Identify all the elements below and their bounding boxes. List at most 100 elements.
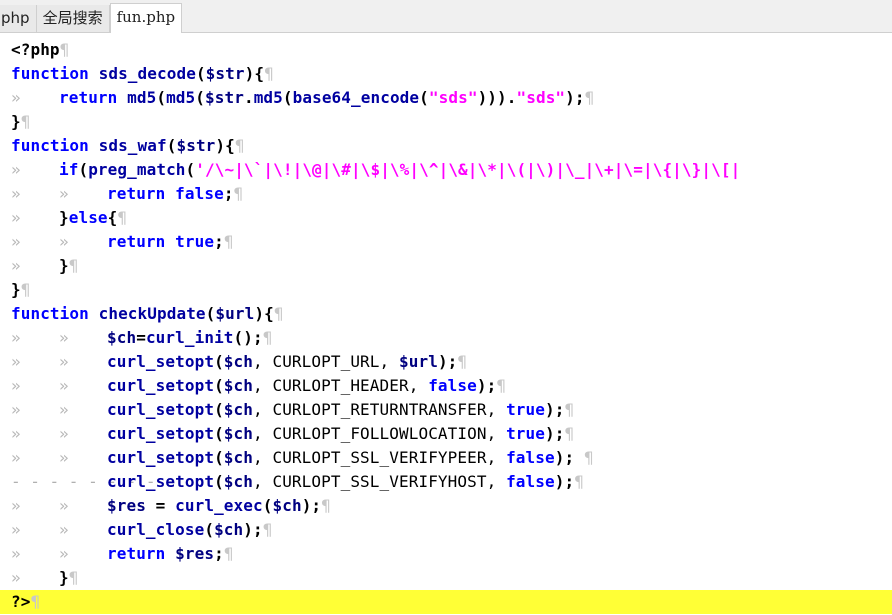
punct: ( — [214, 448, 224, 467]
keyword: false — [428, 376, 477, 395]
code-line-21: » » curl_close($ch);¶ — [0, 518, 892, 542]
code-line-6: » if(preg_match('/\~|\`|\!|\@|\#|\$|\%|\^… — [0, 158, 892, 182]
tab-marker: » — [11, 232, 21, 251]
code-line-11: }¶ — [0, 278, 892, 302]
tab-marker: » — [11, 376, 21, 395]
tab-marker: » — [11, 184, 21, 203]
tab-marker: » — [11, 568, 21, 587]
eol-marker: ¶ — [234, 136, 245, 155]
keyword: if — [59, 160, 79, 179]
punct: ){ — [254, 304, 274, 323]
keyword: return — [59, 88, 118, 107]
tab-marker: » — [11, 544, 21, 563]
tab-marker: » — [59, 400, 69, 419]
function-call: md5 — [166, 88, 196, 107]
eol-marker: ¶ — [30, 592, 41, 611]
code-line-15: » » curl_setopt($ch, CURLOPT_HEADER, false… — [0, 374, 892, 398]
function-call: curl_setopt — [107, 472, 215, 491]
eol-marker: ¶ — [496, 376, 507, 395]
keyword: function — [11, 64, 89, 83]
variable: $ch — [223, 472, 253, 491]
eol-marker: ¶ — [321, 496, 331, 515]
punct: ){ — [215, 136, 235, 155]
tab-marker: » — [59, 232, 69, 251]
variable: $ch — [214, 520, 244, 539]
eol-marker: ¶ — [264, 64, 274, 83]
eol-marker: ¶ — [262, 328, 273, 347]
string-literal: "sds" — [428, 88, 478, 107]
tab-bar: php 全局搜索 fun.php — [0, 0, 892, 33]
tab-marker: » — [11, 160, 21, 179]
punct: ( — [214, 376, 224, 395]
punct: . — [243, 88, 254, 107]
tab-marker: » — [59, 352, 69, 371]
keyword: true — [506, 400, 545, 419]
tab-marker: » — [59, 184, 69, 203]
tab-marker: » — [11, 88, 21, 107]
function-call: curl_setopt — [107, 448, 215, 467]
function-call: curl_setopt — [107, 400, 215, 419]
constant: , CURLOPT_FOLLOWLOCATION, — [253, 424, 507, 443]
punct: ); — [554, 448, 584, 467]
eol-marker: ¶ — [564, 424, 575, 443]
code-line-13: » » $ch=curl_init();¶ — [0, 326, 892, 350]
tab-marker: » — [59, 520, 69, 539]
eol-marker: ¶ — [223, 544, 234, 563]
code-line-19: - - - - - - - -curl_setopt($ch, CURLOPT_… — [0, 470, 892, 494]
keyword: true — [165, 232, 215, 251]
code-line-9: » » return true;¶ — [0, 230, 892, 254]
eol-marker: ¶ — [262, 520, 273, 539]
code-editor[interactable]: <?php¶ function sds_decode($str){¶ » retu… — [0, 33, 892, 614]
constant: , CURLOPT_HEADER, — [253, 376, 429, 395]
code-line-7: » » return false;¶ — [0, 182, 892, 206]
function-name: sds_waf — [88, 136, 167, 155]
eol-marker: ¶ — [457, 352, 468, 371]
eol-marker: ¶ — [20, 112, 31, 131]
eol-marker: ¶ — [117, 208, 128, 227]
eol-marker: ¶ — [564, 400, 575, 419]
punct: ( — [185, 160, 196, 179]
string-literal: "sds" — [516, 88, 566, 107]
keyword: false — [506, 448, 555, 467]
code-line-23: »}¶ — [0, 566, 892, 590]
keyword: false — [165, 184, 224, 203]
punct: { — [107, 208, 118, 227]
variable: $res — [107, 496, 146, 515]
constant: , CURLOPT_RETURNTRANSFER, — [253, 400, 507, 419]
tab-fun-php[interactable]: fun.php — [109, 3, 183, 33]
punct: } — [11, 112, 21, 131]
function-call: preg_match — [88, 160, 186, 179]
variable: $ch — [223, 448, 253, 467]
constant: , CURLOPT_URL, — [253, 352, 399, 371]
variable: $res — [165, 544, 215, 563]
code-line-3: » return md5(md5($str.md5(base64_encode("… — [0, 86, 892, 110]
variable: $ch — [223, 424, 253, 443]
code-line-10: »}¶ — [0, 254, 892, 278]
eol-marker: ¶ — [583, 448, 594, 467]
punct: ( — [282, 88, 293, 107]
code-line-18: » » curl_setopt($ch, CURLOPT_SSL_VERIFYPEE… — [0, 446, 892, 470]
tab-php[interactable]: php — [0, 5, 37, 32]
code-line-22: » » return $res;¶ — [0, 542, 892, 566]
variable: $ch — [223, 352, 253, 371]
keyword: false — [506, 472, 555, 491]
code-line-5: function sds_waf($str){¶ — [0, 134, 892, 158]
eol-marker: ¶ — [68, 256, 79, 275]
tab-marker: » — [11, 520, 21, 539]
eol-marker: ¶ — [59, 40, 70, 59]
tab-global-search[interactable]: 全局搜索 — [36, 5, 110, 32]
keyword: return — [107, 232, 166, 251]
function-call: md5 — [117, 88, 157, 107]
function-call: base64_encode — [292, 88, 420, 107]
punct: ); — [545, 424, 565, 443]
variable: $str — [176, 136, 216, 155]
punct: ); — [476, 376, 497, 395]
code-line-12: function checkUpdate($url){¶ — [0, 302, 892, 326]
code-line-8: »}else{¶ — [0, 206, 892, 230]
code-line-4: }¶ — [0, 110, 892, 134]
punct: ( — [195, 64, 206, 83]
punct: ))). — [477, 88, 517, 107]
punct: ); — [545, 400, 565, 419]
function-call: curl_setopt — [107, 376, 215, 395]
punct: = — [136, 328, 146, 347]
